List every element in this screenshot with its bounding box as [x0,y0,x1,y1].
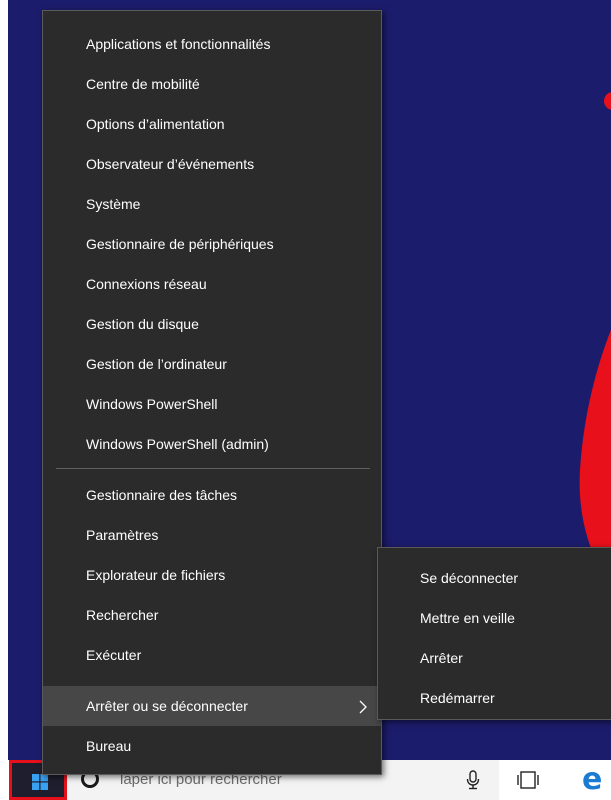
submenu-item-label: Se déconnecter [420,570,519,586]
submenu-item-label: Mettre en veille [420,610,515,626]
menu-item-apps-features[interactable]: Applications et fonctionnalités [43,24,381,64]
menu-separator [56,468,370,469]
shutdown-submenu: Se déconnecter Mettre en veille Arrêter … [377,547,611,720]
menu-item-label: Observateur d’événements [86,156,255,172]
menu-item-label: Connexions réseau [86,276,207,292]
submenu-item-sign-out[interactable]: Se déconnecter [378,558,611,598]
menu-item-desktop[interactable]: Bureau [43,726,381,766]
edge-browser-icon[interactable]: e [582,764,602,796]
menu-item-label: Windows PowerShell [86,396,218,412]
menu-item-event-viewer[interactable]: Observateur d’événements [43,144,381,184]
menu-item-shutdown-signout[interactable]: Arrêter ou se déconnecter [43,686,381,726]
menu-item-label: Gestionnaire de périphériques [86,236,274,252]
menu-item-network-connections[interactable]: Connexions réseau [43,264,381,304]
menu-item-label: Rechercher [86,607,159,623]
menu-item-label: Gestion de l’ordinateur [86,356,227,372]
menu-item-label: Arrêter ou se déconnecter [86,698,248,714]
menu-item-power-options[interactable]: Options d’alimentation [43,104,381,144]
menu-item-label: Gestion du disque [86,316,199,332]
windows-logo-icon [32,774,48,790]
menu-item-label: Options d’alimentation [86,116,225,132]
menu-item-label: Bureau [86,738,132,754]
menu-item-label: Système [86,196,141,212]
menu-item-search[interactable]: Rechercher [43,595,381,635]
menu-item-task-manager[interactable]: Gestionnaire des tâches [43,475,381,515]
menu-item-label: Applications et fonctionnalités [86,36,271,52]
submenu-item-label: Arrêter [420,650,463,666]
chevron-right-icon [359,686,367,726]
menu-item-powershell-admin[interactable]: Windows PowerShell (admin) [43,424,381,464]
menu-item-label: Exécuter [86,647,142,663]
menu-item-computer-management[interactable]: Gestion de l’ordinateur [43,344,381,384]
menu-item-system[interactable]: Système [43,184,381,224]
menu-item-label: Paramètres [86,527,159,543]
menu-item-device-manager[interactable]: Gestionnaire de périphériques [43,224,381,264]
submenu-item-label: Redémarrer [420,690,495,706]
menu-item-label: Gestionnaire des tâches [86,487,237,503]
menu-item-powershell[interactable]: Windows PowerShell [43,384,381,424]
menu-item-label: Windows PowerShell (admin) [86,436,269,452]
winx-quick-link-menu: Applications et fonctionnalités Centre d… [42,10,382,775]
menu-item-label: Centre de mobilité [86,76,200,92]
menu-item-disk-management[interactable]: Gestion du disque [43,304,381,344]
task-view-icon[interactable] [516,770,540,790]
submenu-item-sleep[interactable]: Mettre en veille [378,598,611,638]
menu-item-mobility-center[interactable]: Centre de mobilité [43,64,381,104]
microphone-icon[interactable] [466,770,480,790]
submenu-item-restart[interactable]: Redémarrer [378,678,611,718]
menu-item-file-explorer[interactable]: Explorateur de fichiers [43,555,381,595]
submenu-item-shut-down[interactable]: Arrêter [378,638,611,678]
menu-item-run[interactable]: Exécuter [43,635,381,675]
menu-item-label: Explorateur de fichiers [86,567,226,583]
menu-item-settings[interactable]: Paramètres [43,515,381,555]
